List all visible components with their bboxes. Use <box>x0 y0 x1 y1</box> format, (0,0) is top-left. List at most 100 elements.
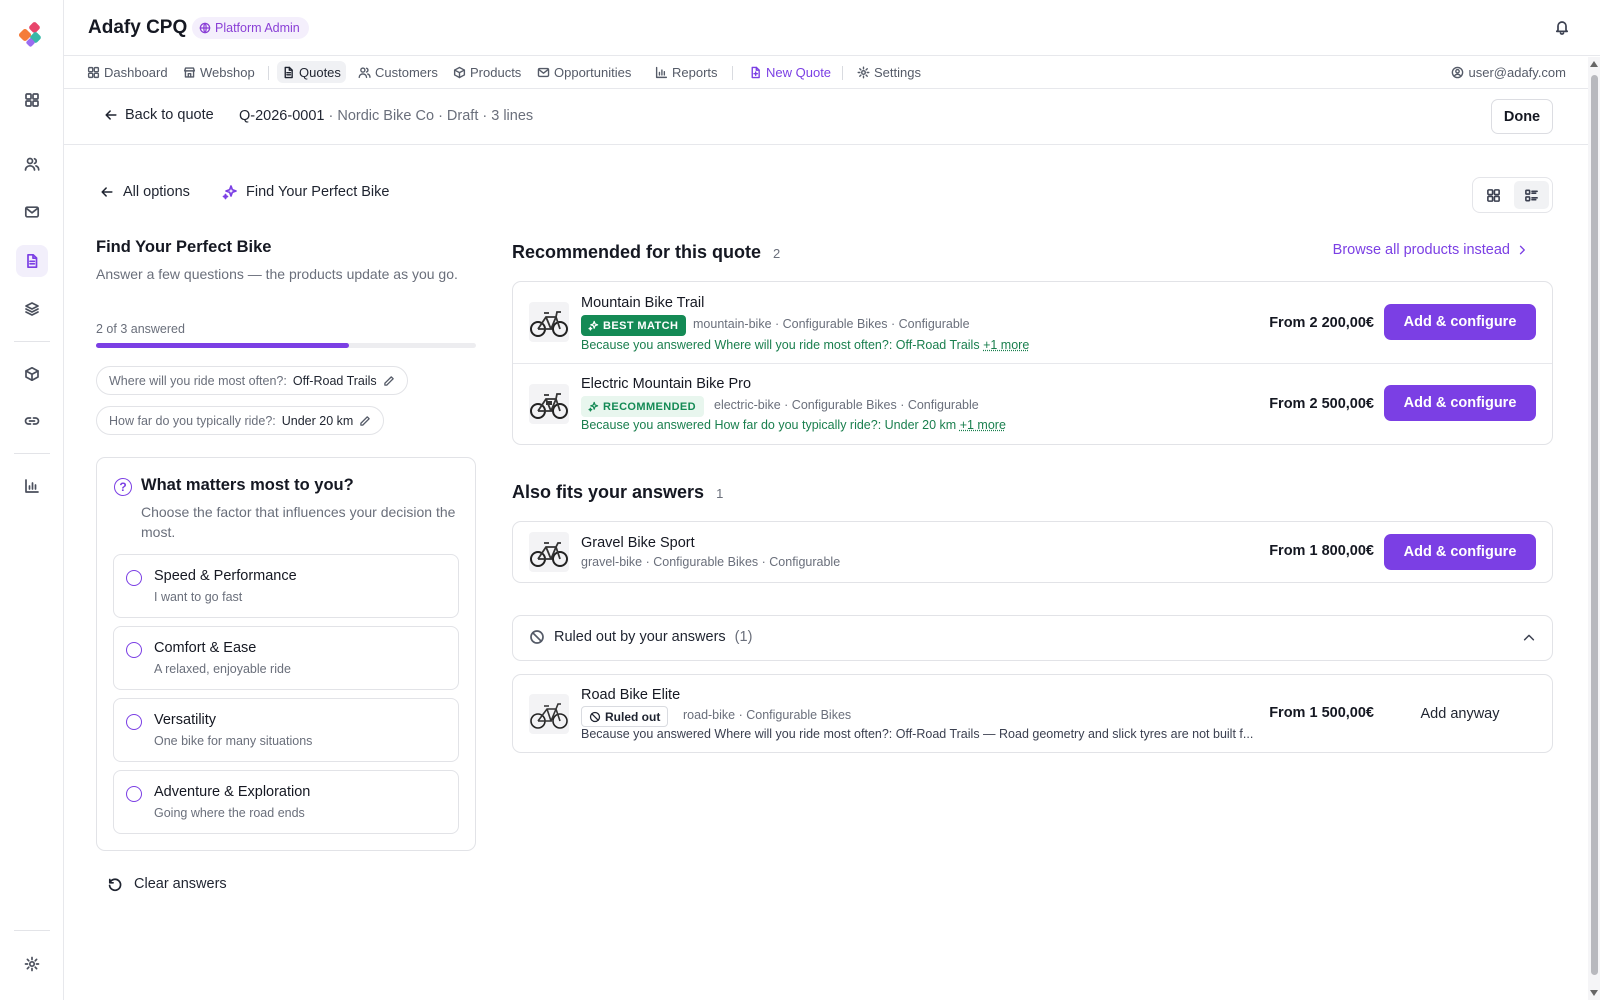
user-menu[interactable]: user@adafy.com <box>1451 61 1567 83</box>
rail-settings-button[interactable] <box>16 948 48 980</box>
chevron-up-icon <box>1523 634 1535 641</box>
quote-meta: · Nordic Bike Co · Draft · 3 lines <box>328 108 534 124</box>
product-meta: mountain-bike · Configurable Bikes · Con… <box>693 317 970 331</box>
nav-products[interactable]: Products <box>448 61 526 83</box>
add-configure-button[interactable]: Add & configure <box>1384 534 1536 570</box>
answer-option[interactable]: Speed & Performance I want to go fast <box>113 554 459 618</box>
nav-divider <box>268 66 269 80</box>
nav-label: Settings <box>874 64 921 80</box>
scroll-up-arrow[interactable] <box>1590 61 1598 67</box>
question-card: ? What matters most to you? Choose the f… <box>96 457 476 851</box>
nav-settings[interactable]: Settings <box>852 61 926 83</box>
more-reasons-link[interactable]: +1 more <box>960 418 1006 432</box>
back-to-quote-link[interactable]: Back to quote <box>104 107 214 123</box>
browse-all-products-label: Browse all products instead <box>1332 242 1510 258</box>
product-name: Road Bike Elite <box>581 687 681 703</box>
nav-new-quote[interactable]: New Quote <box>744 61 836 83</box>
recommended-badge: RECOMMENDED <box>581 396 705 417</box>
nav-label: New Quote <box>766 64 832 80</box>
radio-button[interactable] <box>126 786 142 802</box>
done-button[interactable]: Done <box>1491 99 1553 134</box>
product-name: Electric Mountain Bike Pro <box>581 376 752 392</box>
rail-customers-button[interactable] <box>16 148 48 180</box>
nav-quotes[interactable]: Quotes <box>277 61 346 83</box>
badge-label: RECOMMENDED <box>603 400 697 413</box>
radio-button[interactable] <box>126 714 142 730</box>
ban-icon <box>530 630 544 644</box>
answer-value: Off-Road Trails <box>292 373 377 388</box>
also-fits-title: Also fits your answers <box>512 482 705 502</box>
progress-bar <box>96 343 476 348</box>
question-mark-icon: ? <box>114 478 132 496</box>
top-header: Adafy CPQ Platform Admin <box>64 0 1600 56</box>
users-icon <box>24 157 40 171</box>
product-row: Mountain Bike Trail BEST MATCH mountain-… <box>513 282 1552 363</box>
rail-links-button[interactable] <box>16 405 48 437</box>
rail-reports-button[interactable] <box>16 470 48 502</box>
wizard-name-label: Find Your Perfect Bike <box>246 184 390 200</box>
product-price: From 1 500,00€ <box>1269 705 1374 721</box>
rail-quotes-button[interactable] <box>16 245 48 277</box>
nav-label: Customers <box>375 64 438 80</box>
all-options-link[interactable]: All options <box>100 184 190 200</box>
scrollbar-thumb[interactable] <box>1591 75 1598 975</box>
product-row: Electric Mountain Bike Pro RECOMMENDED e… <box>513 364 1552 445</box>
browse-all-products-link[interactable]: Browse all products instead <box>1333 242 1528 258</box>
progress-fill <box>96 343 350 348</box>
page-scrollbar[interactable] <box>1588 57 1600 1000</box>
radio-button[interactable] <box>126 642 142 658</box>
grid-icon <box>87 66 100 78</box>
product-row: Gravel Bike Sport gravel-bike · Configur… <box>513 522 1552 582</box>
nav-label: Dashboard <box>104 64 168 80</box>
nav-customers[interactable]: Customers <box>353 61 443 83</box>
document-icon <box>284 66 293 78</box>
answer-option[interactable]: Comfort & Ease A relaxed, enjoyable ride <box>113 626 459 690</box>
more-reasons-link[interactable]: +1 more <box>983 338 1029 352</box>
rail-dashboard-button[interactable] <box>16 84 48 116</box>
list-view-button[interactable] <box>1514 181 1549 209</box>
ruled-out-toggle[interactable]: Ruled out by your answers (1) <box>512 615 1553 661</box>
nav-webshop[interactable]: Webshop <box>178 61 260 83</box>
nav-divider <box>732 66 733 80</box>
radio-button[interactable] <box>126 570 142 586</box>
app-rail <box>0 0 64 1000</box>
nav-reports[interactable]: Reports <box>650 61 723 83</box>
rail-opportunities-button[interactable] <box>16 196 48 228</box>
nav-opportunities[interactable]: Opportunities <box>532 61 636 83</box>
add-configure-button[interactable]: Add & configure <box>1384 385 1536 421</box>
reason-prefix: Because you answered <box>581 418 711 432</box>
clear-answers-label: Clear answers <box>134 876 227 892</box>
recommended-count: 2 <box>773 246 781 261</box>
answer-option[interactable]: Adventure & Exploration Going where the … <box>113 770 459 834</box>
gear-icon <box>857 66 870 78</box>
chart-icon <box>25 479 39 493</box>
rail-divider <box>14 341 50 342</box>
add-configure-button[interactable]: Add & configure <box>1384 304 1536 340</box>
link-icon <box>24 417 40 425</box>
answer-chip[interactable]: How far do you typically ride?: Under 20… <box>96 406 385 435</box>
ruled-out-badge: Ruled out <box>581 706 669 727</box>
product-price: From 1 800,00€ <box>1269 543 1374 559</box>
ruled-out-reason: Because you answered Where will you ride… <box>581 727 1254 741</box>
scroll-down-arrow[interactable] <box>1590 990 1598 996</box>
clear-answers-button[interactable]: Clear answers <box>107 876 227 892</box>
grid-view-button[interactable] <box>1476 181 1511 209</box>
chart-icon <box>655 66 668 78</box>
file-plus-icon <box>751 66 760 78</box>
pencil-icon <box>360 415 371 426</box>
answer-chip[interactable]: Where will you ride most often?: Off-Roa… <box>96 366 408 395</box>
quote-info: Q-2026-0001 · Nordic Bike Co · Draft · 3… <box>239 108 533 124</box>
questionnaire-title: Find Your Perfect Bike <box>96 238 272 256</box>
answer-option[interactable]: Versatility One bike for many situations <box>113 698 459 762</box>
notifications-button[interactable] <box>1554 19 1570 35</box>
rail-products-button[interactable] <box>16 358 48 390</box>
arrow-left-icon <box>101 187 113 197</box>
back-to-quote-label: Back to quote <box>125 107 214 123</box>
rail-layers-button[interactable] <box>16 293 48 325</box>
product-name: Gravel Bike Sport <box>581 535 695 551</box>
globe-icon <box>199 22 211 34</box>
mail-icon <box>24 206 40 218</box>
add-anyway-button[interactable]: Add anyway <box>1384 696 1536 732</box>
nav-dashboard[interactable]: Dashboard <box>82 61 173 83</box>
user-email: user@adafy.com <box>1468 64 1567 80</box>
